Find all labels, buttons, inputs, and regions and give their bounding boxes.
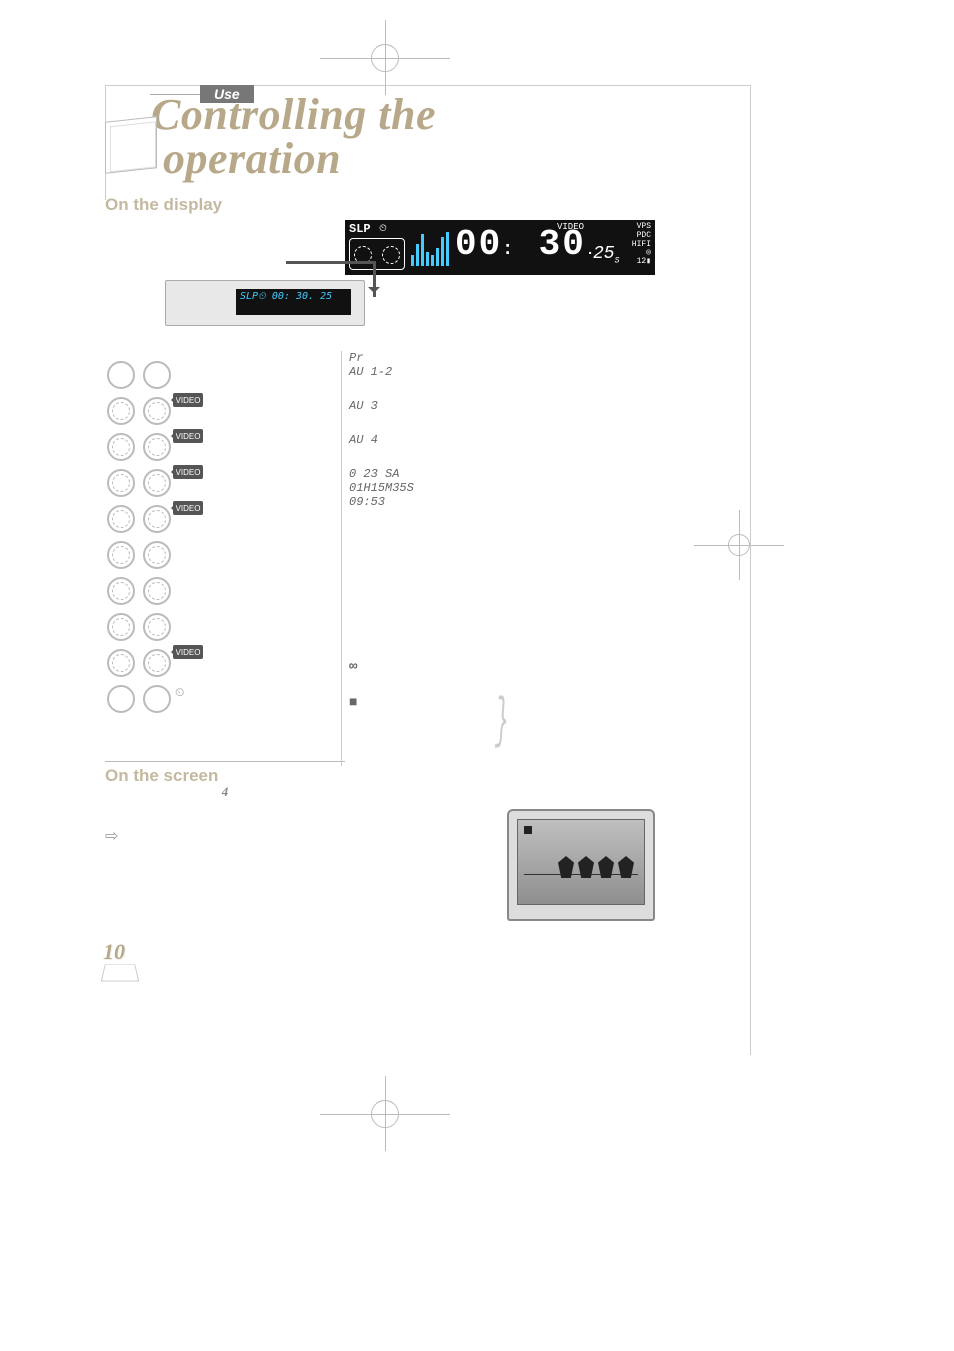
knob-dotted: [143, 577, 171, 605]
display-indicators: VPS PDC HIFI ◎ 12▮: [632, 223, 651, 267]
clock-icon: ⏲: [379, 223, 387, 235]
divider: [341, 351, 342, 766]
knob-plain: [107, 685, 135, 713]
on-display-heading: On the display: [105, 195, 660, 215]
knob-plain: [143, 685, 171, 713]
video-badge: VIDEO: [173, 393, 203, 407]
tv-illustration: [507, 809, 655, 921]
knob-dotted: [107, 577, 135, 605]
stop-icon: [524, 826, 532, 834]
item-number: 4: [105, 784, 345, 800]
infinity-icon: ∞: [349, 659, 357, 675]
list-item: AU 3: [345, 399, 565, 413]
arrow-right-icon: ⇨: [105, 826, 345, 846]
video-badge: VIDEO: [173, 465, 203, 479]
list-item: Pr AU 1-2: [345, 351, 565, 379]
knob-dotted: [107, 541, 135, 569]
slp-indicator: SLP: [349, 222, 371, 236]
knob-dotted: [143, 613, 171, 641]
on-screen-heading: On the screen: [105, 766, 345, 786]
vcr-mini-display: SLP⏲ 00: 30. 25: [236, 289, 351, 315]
knob-dotted: [107, 397, 135, 425]
page-title: Controlling the operation: [151, 93, 660, 181]
title-line-2: operation: [163, 137, 660, 181]
stop-icon: ■: [349, 695, 357, 711]
video-badge: VIDEO: [173, 645, 203, 659]
list-item: ∞: [345, 659, 565, 675]
knob-dotted: [107, 505, 135, 533]
guide-line: [750, 85, 751, 1055]
knob-dotted: [107, 469, 135, 497]
book-icon: [105, 116, 157, 173]
crop-mark-bottom: [330, 1086, 440, 1141]
vcr-unit-illustration: SLP⏲ 00: 30. 25: [165, 280, 365, 326]
knob-plain: [107, 361, 135, 389]
brace-icon: }: [495, 689, 508, 753]
knob-dotted: [107, 613, 135, 641]
tv-screen: [517, 819, 645, 905]
title-line-1: Controlling the: [151, 93, 660, 137]
page-title-block: Controlling the operation: [105, 93, 660, 181]
knob-dotted: [107, 433, 135, 461]
crop-mark-top: [330, 30, 440, 85]
time-readout: 00: 30.: [455, 224, 596, 265]
page-number: 10: [103, 939, 137, 983]
list-item: ■: [345, 695, 565, 711]
channel-list: Pr AU 1-2 AU 3 AU 4 0 23 SA 01H15M35S 09…: [345, 351, 565, 731]
knob-plain: [143, 361, 171, 389]
knob-dotted: [143, 541, 171, 569]
video-badge: VIDEO: [173, 429, 203, 443]
knob-dotted: [107, 649, 135, 677]
book-icon: [101, 964, 140, 981]
seconds-readout: 25S: [593, 244, 619, 266]
video-badge: VIDEO: [173, 501, 203, 515]
clock-icon: ⏲: [175, 685, 184, 700]
figures-silhouette: [538, 856, 634, 880]
list-item: 0 23 SA 01H15M35S 09:53: [345, 467, 565, 509]
vcr-display-large: SLP ⏲ VIDEO 00: 30. 25S VPS PDC HIFI ◎ 1…: [345, 220, 655, 275]
vu-meter-icon: [411, 230, 449, 266]
crop-mark-right: [704, 520, 774, 570]
list-item: AU 4: [345, 433, 565, 447]
on-screen-section: On the screen 4 ⇨: [105, 761, 345, 846]
